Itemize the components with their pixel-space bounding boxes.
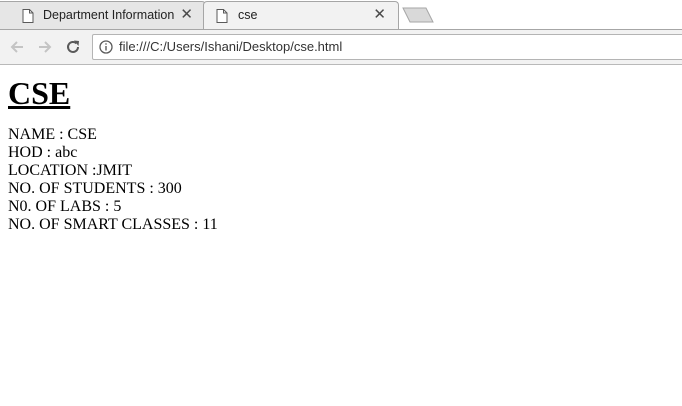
page-heading: CSE <box>8 75 71 111</box>
address-url[interactable]: file:///C:/Users/Ishani/Desktop/cse.html <box>119 39 342 54</box>
page-icon <box>22 9 34 23</box>
page-content: CSE NAME : CSE HOD : abc LOCATION :JMIT … <box>8 66 668 234</box>
tab-cse[interactable]: cse ✕ <box>203 1 399 29</box>
reload-icon[interactable] <box>64 38 82 56</box>
info-line-location: LOCATION :JMIT <box>8 162 132 179</box>
info-line-labs: N0. OF LABS : 5 <box>8 198 122 215</box>
close-tab-icon[interactable]: ✕ <box>373 6 386 24</box>
info-line-smart-classes: NO. OF SMART CLASSES : 11 <box>8 216 218 233</box>
back-arrow-icon[interactable] <box>8 38 26 56</box>
close-tab-icon[interactable]: ✕ <box>180 6 193 24</box>
info-icon[interactable] <box>99 40 113 54</box>
page-icon <box>216 9 228 23</box>
address-bar[interactable]: file:///C:/Users/Ishani/Desktop/cse.html <box>92 34 682 60</box>
tab-label: cse <box>238 8 258 22</box>
forward-arrow-icon[interactable] <box>36 38 54 56</box>
tab-strip: Department Information ✕ cse ✕ <box>0 0 682 29</box>
info-line-hod: HOD : abc <box>8 144 78 161</box>
tab-label: Department Information <box>43 8 175 22</box>
info-line-name: NAME : CSE <box>8 126 97 143</box>
new-tab-button[interactable] <box>402 7 434 23</box>
info-line-students: NO. OF STUDENTS : 300 <box>8 180 182 197</box>
tab-department-information[interactable]: Department Information ✕ <box>0 1 206 29</box>
browser-toolbar: file:///C:/Users/Ishani/Desktop/cse.html <box>0 29 682 65</box>
